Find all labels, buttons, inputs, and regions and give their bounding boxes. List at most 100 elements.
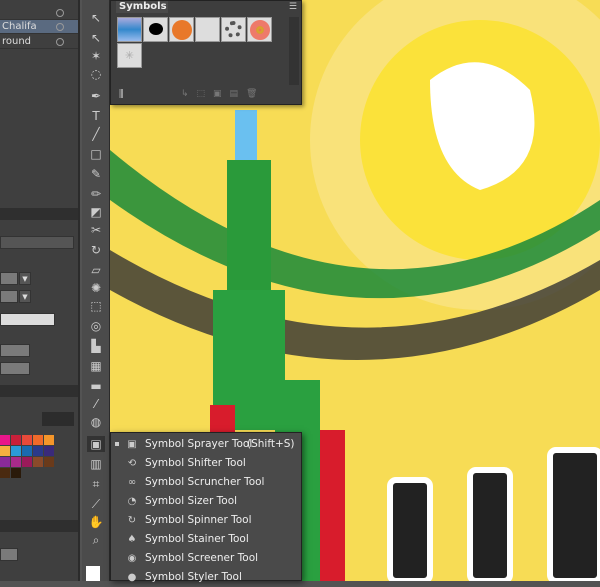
- menu-item-symbol-stainer[interactable]: ♠ Symbol Stainer Tool: [111, 530, 301, 549]
- target-icon[interactable]: [56, 9, 64, 17]
- symbol-shifter-icon: ⟲: [127, 458, 137, 469]
- layer-name: Chalifa: [2, 21, 37, 32]
- layer-row[interactable]: round: [0, 35, 78, 49]
- symbol-swatch-orange-button[interactable]: [169, 17, 194, 42]
- panel-action-icons[interactable]: ↳⬚▣▤🗑: [181, 89, 265, 99]
- symbols-panel: Symbols ☰ ✳ ⫼ ↳⬚▣▤🗑: [110, 0, 302, 105]
- paintbrush-tool-icon[interactable]: ✎: [87, 166, 105, 182]
- color-swatch[interactable]: [0, 435, 10, 445]
- field[interactable]: [0, 548, 18, 561]
- panel-menu-icon[interactable]: ☰: [289, 2, 297, 12]
- fill-color-swatch[interactable]: [86, 566, 100, 581]
- layer-row-selected[interactable]: Chalifa: [0, 20, 78, 34]
- color-swatch[interactable]: [0, 446, 10, 456]
- column-graph-tool-icon[interactable]: ▥: [87, 456, 105, 472]
- slice-tool-icon[interactable]: ⟋: [87, 496, 105, 512]
- checkmark-icon: [115, 442, 119, 446]
- menu-item-symbol-styler[interactable]: ● Symbol Styler Tool: [111, 568, 301, 587]
- lasso-tool-icon[interactable]: ◌: [87, 66, 105, 82]
- field[interactable]: [0, 290, 18, 303]
- free-transform-tool-icon[interactable]: ▱: [87, 262, 105, 278]
- view-toggle[interactable]: [42, 412, 74, 426]
- hand-tool-icon[interactable]: ✋: [87, 514, 105, 530]
- style-dropdown[interactable]: [0, 236, 74, 249]
- menu-item-symbol-sizer[interactable]: ◔ Symbol Sizer Tool: [111, 492, 301, 511]
- menu-item-symbol-shifter[interactable]: ⟲ Symbol Shifter Tool: [111, 454, 301, 473]
- pencil-tool-icon[interactable]: ✏: [87, 186, 105, 202]
- symbol-swatch-ink-splat[interactable]: [143, 17, 168, 42]
- perspective-grid-tool-icon[interactable]: ▙: [87, 338, 105, 354]
- symbol-swatch-dotted-ring[interactable]: [221, 17, 246, 42]
- color-swatch[interactable]: [11, 468, 21, 478]
- color-swatch[interactable]: [44, 446, 54, 456]
- chevron-down-icon[interactable]: ▼: [19, 290, 31, 303]
- scissors-tool-icon[interactable]: ✂: [87, 222, 105, 238]
- menu-item-symbol-scruncher[interactable]: ∞ Symbol Scruncher Tool: [111, 473, 301, 492]
- zoom-tool-icon[interactable]: ⌕: [87, 532, 105, 548]
- symbol-spinner-icon: ↻: [127, 515, 137, 526]
- menu-item-symbol-spinner[interactable]: ↻ Symbol Spinner Tool: [111, 511, 301, 530]
- gradient-tool-icon[interactable]: ▬: [87, 378, 105, 394]
- selection-tool-icon[interactable]: ↖: [87, 10, 105, 26]
- color-swatch[interactable]: [0, 457, 10, 467]
- color-swatch[interactable]: [44, 457, 54, 467]
- field[interactable]: [0, 272, 18, 285]
- symbols-tab[interactable]: Symbols: [116, 1, 168, 13]
- swatches-panel-header[interactable]: [0, 385, 78, 397]
- rotate-tool-icon[interactable]: ↻: [87, 242, 105, 258]
- color-swatch[interactable]: [0, 468, 10, 478]
- color-swatch[interactable]: [11, 457, 21, 467]
- target-icon[interactable]: [56, 23, 64, 31]
- free-distort-tool-icon[interactable]: ⬚: [87, 298, 105, 314]
- label: Symbol Screener Tool: [145, 552, 259, 564]
- symbol-scruncher-icon: ∞: [127, 477, 137, 488]
- artboard-tool-icon[interactable]: ⌗: [87, 476, 105, 492]
- field[interactable]: [0, 344, 30, 357]
- color-swatch[interactable]: [22, 446, 32, 456]
- label: Symbol Scruncher Tool: [145, 476, 265, 488]
- field[interactable]: [0, 362, 30, 375]
- preview-field: [0, 313, 55, 326]
- symbol-sprayer-tool-icon[interactable]: ▣: [87, 436, 105, 452]
- panel-header[interactable]: [0, 520, 78, 532]
- symbol-swatch-sparkle[interactable]: ✳: [117, 43, 142, 68]
- blend-tool-icon[interactable]: ◍: [87, 414, 105, 430]
- mesh-tool-icon[interactable]: ▦: [87, 358, 105, 374]
- color-swatch[interactable]: [22, 435, 32, 445]
- tools-panel: ↖ ↖ ✶ ◌ ✒ T ╱ □ ✎ ✏ ◩ ✂ ↻ ▱ ✺ ⬚ ◎ ▙ ▦ ▬ …: [82, 0, 110, 581]
- direct-selection-tool-icon[interactable]: ↖: [87, 30, 105, 46]
- color-swatch[interactable]: [33, 435, 43, 445]
- menu-item-symbol-screener[interactable]: ◉ Symbol Screener Tool: [111, 549, 301, 568]
- rectangle-tool-icon[interactable]: □: [87, 146, 105, 162]
- label: Symbol Sizer Tool: [145, 495, 238, 507]
- eraser-tool-icon[interactable]: ◩: [87, 204, 105, 220]
- symbol-swatch-blue-bar[interactable]: [117, 17, 142, 42]
- symbol-sizer-icon: ◔: [127, 496, 137, 507]
- line-tool-icon[interactable]: ╱: [87, 126, 105, 142]
- color-swatch[interactable]: [22, 457, 32, 467]
- pen-tool-icon[interactable]: ✒: [87, 88, 105, 104]
- menu-item-symbol-sprayer[interactable]: ▣ Symbol Sprayer Tool (Shift+S): [111, 435, 301, 454]
- target-icon[interactable]: [56, 38, 64, 46]
- symbol-swatch-flower[interactable]: [247, 17, 272, 42]
- shape-builder-tool-icon[interactable]: ◎: [87, 318, 105, 334]
- color-swatch[interactable]: [11, 435, 21, 445]
- eyedropper-tool-icon[interactable]: ⁄: [87, 396, 105, 412]
- color-swatch[interactable]: [33, 446, 43, 456]
- type-tool-icon[interactable]: T: [87, 108, 105, 124]
- color-swatch[interactable]: [33, 457, 43, 467]
- color-swatch[interactable]: [11, 446, 21, 456]
- label: Symbol Spinner Tool: [145, 514, 252, 526]
- magic-wand-tool-icon[interactable]: ✶: [87, 48, 105, 64]
- color-swatch[interactable]: [44, 435, 54, 445]
- scrollbar[interactable]: [289, 17, 299, 85]
- shortcut: (Shift+S): [247, 438, 295, 450]
- label: Symbol Sprayer Tool: [145, 438, 253, 450]
- symbol-swatch-corner-frame[interactable]: [195, 17, 220, 42]
- puppet-warp-tool-icon[interactable]: ✺: [87, 280, 105, 296]
- layer-row[interactable]: [0, 6, 78, 20]
- chevron-down-icon[interactable]: ▼: [19, 272, 31, 285]
- symbol-screener-icon: ◉: [127, 553, 137, 564]
- panel-header[interactable]: [0, 208, 78, 220]
- symbol-libraries-menu-icon[interactable]: ⫼: [119, 89, 124, 100]
